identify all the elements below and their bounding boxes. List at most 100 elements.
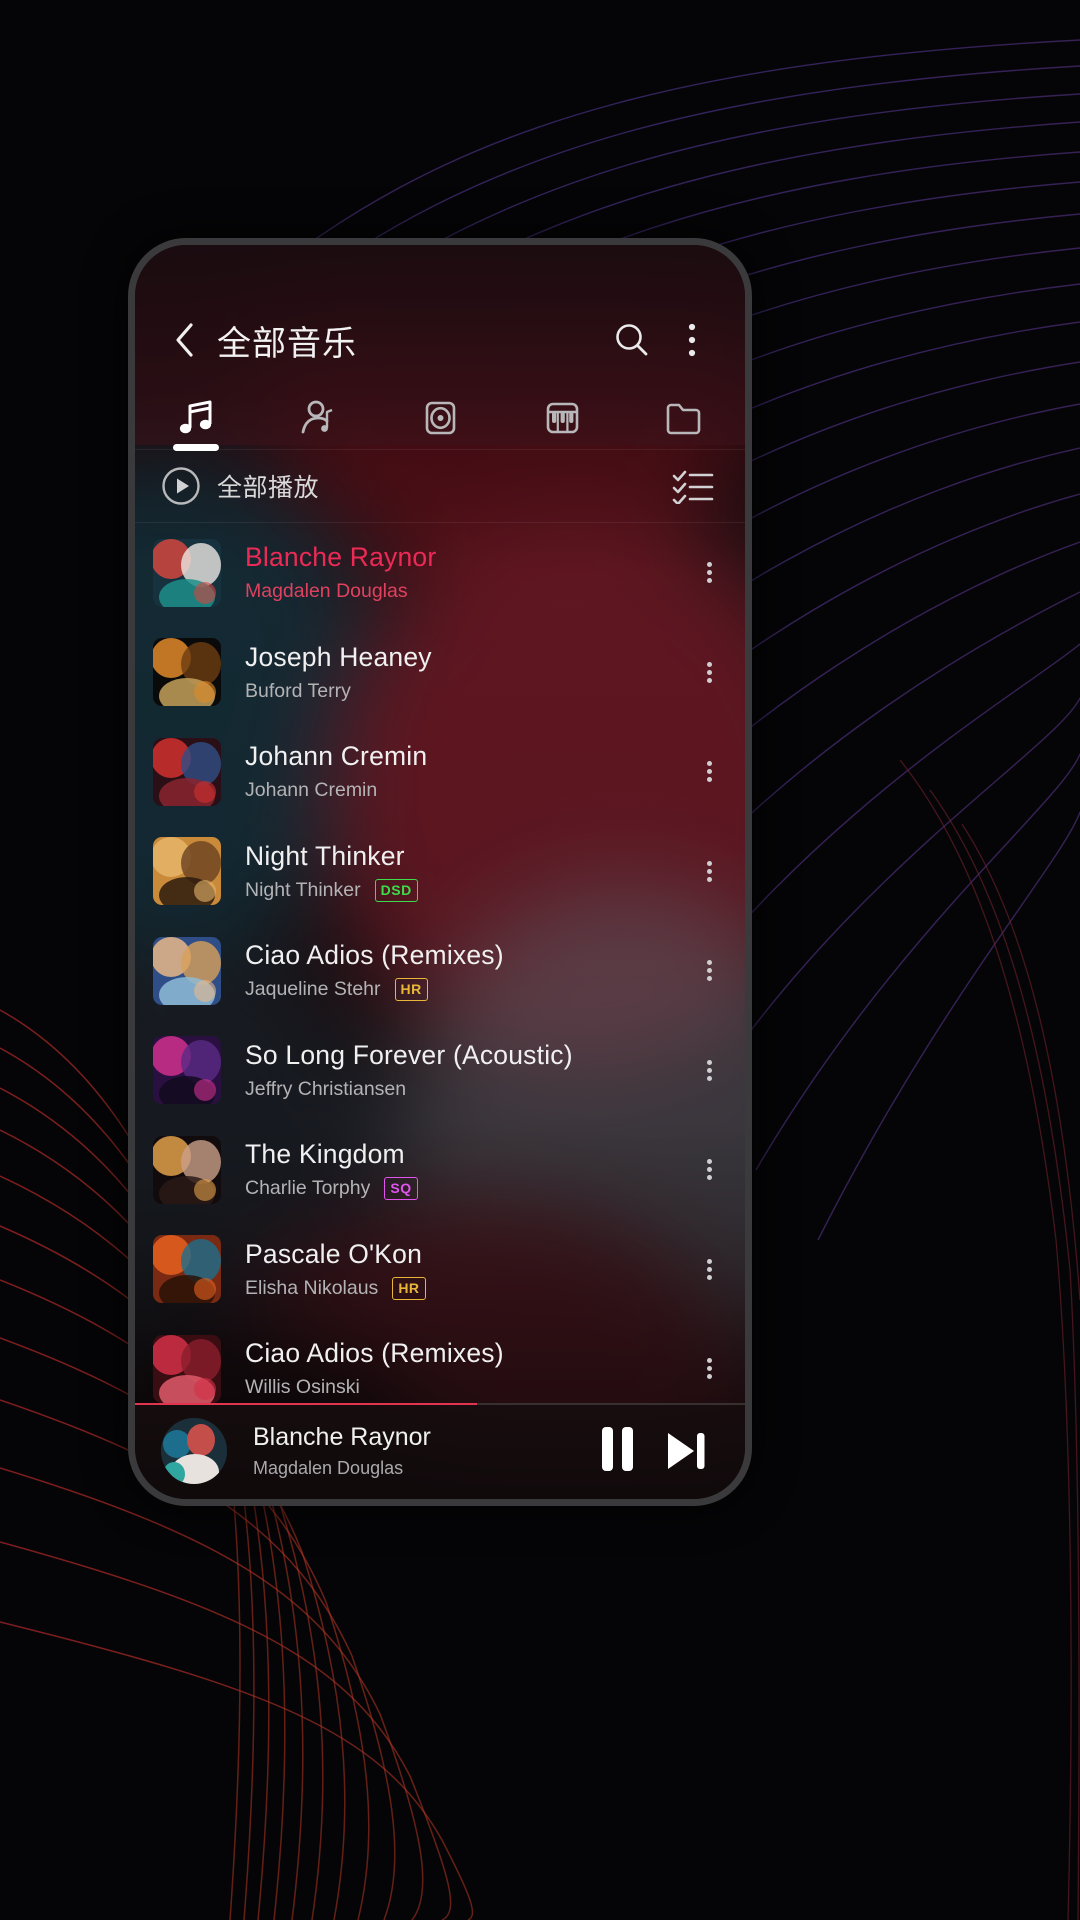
artwork-image	[153, 538, 221, 607]
song-row[interactable]: The Kingdom Charlie Torphy SQ	[135, 1120, 745, 1220]
song-overflow-button[interactable]	[687, 1237, 731, 1301]
song-overflow-button[interactable]	[687, 541, 731, 605]
song-artwork	[153, 638, 221, 707]
quality-badge: SQ	[384, 1177, 418, 1201]
artwork-image	[153, 737, 221, 806]
song-subtitle-row: Willis Osinski	[245, 1376, 687, 1399]
song-title: The Kingdom	[245, 1139, 405, 1170]
song-subtitle-row: Jeffry Christiansen	[245, 1078, 687, 1101]
music-note-icon	[179, 400, 212, 434]
tab-songs[interactable]	[135, 387, 257, 451]
song-meta: Ciao Adios (Remixes) Willis Osinski	[221, 1338, 687, 1399]
song-overflow-button[interactable]	[687, 740, 731, 804]
category-tab-bar	[135, 387, 745, 451]
phone-screen: 全部音乐 全部播放 Blanche Raynor Magdalen Dougla…	[135, 245, 745, 1499]
song-row[interactable]: Night Thinker Night Thinker DSD	[135, 822, 745, 922]
tab-artists[interactable]	[257, 387, 379, 449]
skip-next-icon	[668, 1433, 705, 1469]
overflow-menu-button[interactable]	[665, 313, 719, 367]
page-title: 全部音乐	[217, 324, 357, 363]
multi-select-button[interactable]	[667, 460, 719, 512]
pause-button[interactable]	[583, 1417, 651, 1485]
song-artwork	[153, 538, 221, 607]
tab-albums[interactable]	[379, 387, 501, 449]
song-subtitle-row: Johann Cremin	[245, 779, 687, 802]
more-vertical-icon	[706, 758, 712, 785]
now-playing-meta: Blanche Raynor Magdalen Douglas	[227, 1423, 583, 1479]
next-track-button[interactable]	[651, 1417, 719, 1485]
play-all-button[interactable]: 全部播放	[161, 466, 667, 506]
song-meta: Blanche Raynor Magdalen Douglas	[221, 542, 687, 603]
song-subtitle-row: Elisha Nikolaus HR	[245, 1276, 687, 1300]
song-artist: Magdalen Douglas	[245, 580, 408, 603]
app-top-bar: 全部音乐	[135, 245, 745, 451]
chevron-left-icon	[176, 323, 193, 357]
song-meta: The Kingdom Charlie Torphy SQ	[221, 1139, 687, 1201]
song-meta: Joseph Heaney Buford Terry	[221, 642, 687, 703]
song-artist: Jaqueline Stehr	[245, 978, 381, 1001]
song-overflow-button[interactable]	[687, 1038, 731, 1102]
play-all-row: 全部播放	[135, 450, 745, 522]
song-artist: Elisha Nikolaus	[245, 1276, 379, 1299]
more-vertical-icon	[688, 323, 696, 357]
more-vertical-icon	[706, 1355, 712, 1382]
back-button[interactable]	[161, 317, 207, 363]
title-row: 全部音乐	[135, 301, 745, 379]
checklist-icon	[672, 470, 714, 504]
song-artist: Willis Osinski	[245, 1376, 360, 1399]
song-overflow-button[interactable]	[687, 939, 731, 1003]
song-title: So Long Forever (Acoustic)	[245, 1039, 573, 1070]
song-meta: Ciao Adios (Remixes) Jaqueline Stehr HR	[221, 940, 687, 1002]
song-row[interactable]: Joseph Heaney Buford Terry	[135, 623, 745, 723]
now-playing-artwork[interactable]	[161, 1418, 227, 1484]
tab-genres[interactable]	[501, 387, 623, 449]
artwork-image	[153, 1135, 221, 1204]
mini-player-bar: Blanche Raynor Magdalen Douglas	[135, 1403, 745, 1499]
more-vertical-icon	[706, 1256, 712, 1283]
album-disc-icon	[425, 401, 456, 435]
song-subtitle-row: Magdalen Douglas	[245, 580, 687, 603]
play-all-label: 全部播放	[217, 474, 320, 502]
song-artwork	[153, 1135, 221, 1204]
playback-progress-bar[interactable]	[135, 1403, 745, 1405]
artwork-image	[153, 837, 221, 906]
pause-icon	[601, 1426, 633, 1476]
song-artwork	[153, 936, 221, 1005]
song-meta: So Long Forever (Acoustic) Jeffry Christi…	[221, 1040, 687, 1101]
song-overflow-button[interactable]	[687, 839, 731, 903]
quality-badge: DSD	[374, 878, 418, 902]
song-overflow-button[interactable]	[687, 1337, 731, 1401]
playback-progress-fill	[135, 1403, 477, 1405]
artwork-image	[161, 1418, 227, 1484]
song-artwork	[153, 1235, 221, 1304]
song-meta: Johann Cremin Johann Cremin	[221, 741, 687, 802]
more-vertical-icon	[706, 559, 712, 586]
song-row[interactable]: Ciao Adios (Remixes) Willis Osinski	[135, 1319, 745, 1403]
song-row[interactable]: So Long Forever (Acoustic) Jeffry Christi…	[135, 1021, 745, 1121]
song-title: Night Thinker	[245, 840, 405, 871]
song-artist: Charlie Torphy	[245, 1177, 371, 1200]
song-meta: Night Thinker Night Thinker DSD	[221, 841, 687, 902]
artwork-image	[153, 1334, 221, 1403]
song-overflow-button[interactable]	[687, 1138, 731, 1202]
song-artwork	[153, 837, 221, 906]
song-list[interactable]: Blanche Raynor Magdalen Douglas Joseph Hea…	[135, 523, 745, 1403]
song-title: Blanche Raynor	[245, 542, 437, 573]
song-subtitle-row: Buford Terry	[245, 680, 687, 703]
song-title: Joseph Heaney	[245, 641, 432, 672]
artwork-image	[153, 936, 221, 1005]
artwork-image	[153, 1036, 221, 1105]
song-row[interactable]: Johann Cremin Johann Cremin	[135, 722, 745, 822]
song-meta: Pascale O'Kon Elisha Nikolaus HR	[221, 1239, 687, 1300]
artist-icon	[301, 400, 333, 434]
song-row[interactable]: Ciao Adios (Remixes) Jaqueline Stehr HR	[135, 921, 745, 1021]
search-button[interactable]	[605, 313, 659, 367]
song-row[interactable]: Blanche Raynor Magdalen Douglas	[135, 523, 745, 623]
more-vertical-icon	[706, 659, 712, 686]
song-overflow-button[interactable]	[687, 640, 731, 704]
now-playing-title: Blanche Raynor	[253, 1423, 431, 1451]
song-row[interactable]: Pascale O'Kon Elisha Nikolaus HR	[135, 1220, 745, 1320]
song-artist: Night Thinker	[245, 878, 361, 901]
tab-folders[interactable]	[623, 387, 745, 449]
quality-badge: HR	[394, 978, 428, 1002]
